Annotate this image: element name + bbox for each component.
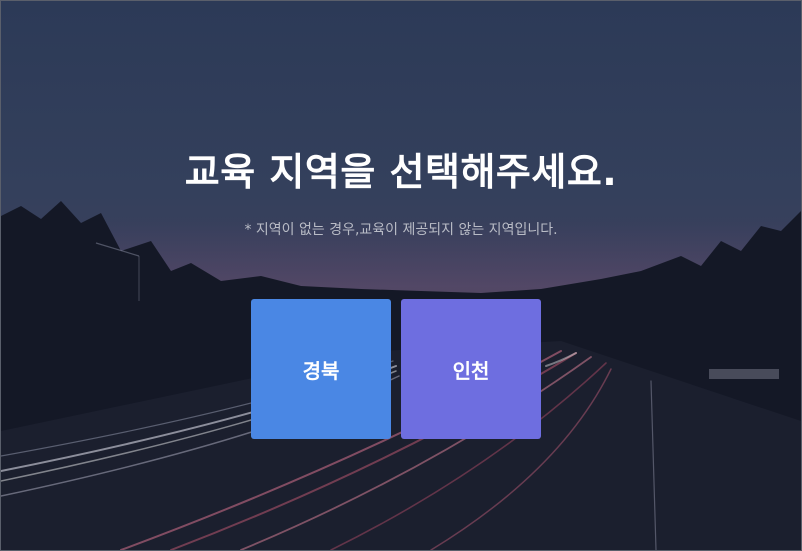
page-frame: 교육 지역을 선택해주세요. * 지역이 없는 경우,교육이 제공되지 않는 지… [0, 0, 802, 551]
region-notice: * 지역이 없는 경우,교육이 제공되지 않는 지역입니다. [244, 222, 558, 238]
page-title: 교육 지역을 선택해주세요. [184, 150, 618, 194]
region-select-panel: 교육 지역을 선택해주세요. * 지역이 없는 경우,교육이 제공되지 않는 지… [1, 1, 801, 550]
region-button-gyeongbuk[interactable]: 경북 [251, 299, 391, 439]
region-button-incheon[interactable]: 인천 [401, 299, 541, 439]
